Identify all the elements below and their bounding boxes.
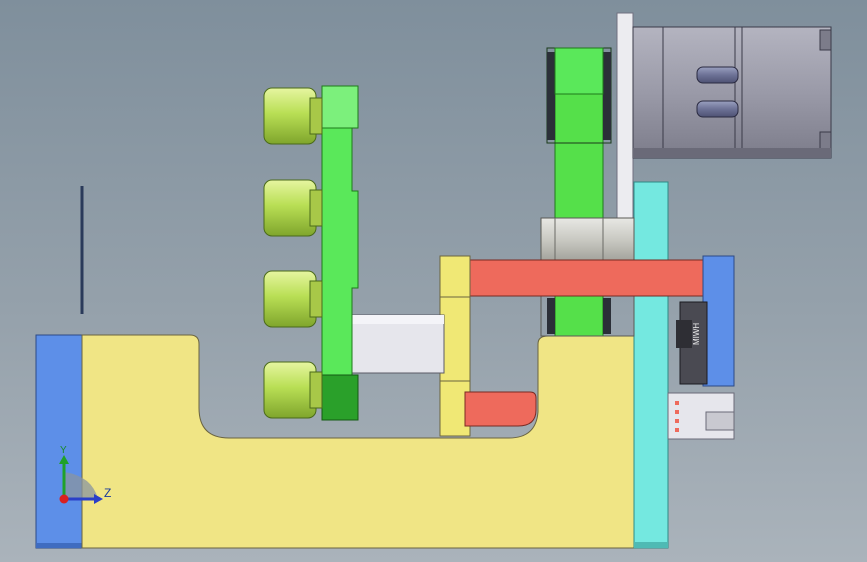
motor-flange[interactable] bbox=[632, 26, 664, 159]
belt-lower-run[interactable] bbox=[554, 295, 604, 337]
triad-y-label: Y bbox=[60, 445, 67, 456]
roller-2[interactable] bbox=[263, 179, 317, 237]
red-lower-bracket[interactable] bbox=[464, 391, 537, 427]
left-end-plate-foot bbox=[36, 543, 82, 548]
motor-shaft-lower bbox=[696, 100, 739, 118]
roller-3-hub bbox=[309, 280, 323, 318]
linear-rail-carriage[interactable] bbox=[702, 255, 735, 387]
roller-1-hub bbox=[309, 97, 323, 135]
motor-cap-notch-top bbox=[819, 29, 832, 51]
rail-block-label: MIWH bbox=[692, 323, 701, 345]
motor-base-strip bbox=[633, 148, 831, 158]
triad-origin-x-axis bbox=[59, 494, 69, 504]
assembly-drawing: MIWH Y Z bbox=[35, 12, 832, 549]
red-carriage-bar[interactable] bbox=[462, 259, 708, 297]
pulley-teeth-left-upper bbox=[547, 52, 555, 140]
belt-upper-band bbox=[554, 47, 604, 95]
roller-3[interactable] bbox=[263, 270, 317, 328]
sensor-bracket-tab bbox=[705, 411, 735, 431]
sensor-led-1 bbox=[675, 401, 679, 405]
pulley-teeth-right-upper bbox=[603, 52, 611, 140]
green-arm-cap bbox=[321, 85, 359, 129]
rollers-group bbox=[263, 87, 323, 419]
motor-mount-plate[interactable] bbox=[616, 12, 634, 230]
sensor-led-2 bbox=[675, 410, 679, 414]
sensor-led-4 bbox=[675, 428, 679, 432]
left-end-plate[interactable] bbox=[35, 334, 83, 549]
green-arm-foot bbox=[321, 374, 359, 421]
triad-z-label: Z bbox=[104, 486, 111, 500]
motor-shaft-upper bbox=[696, 66, 739, 84]
right-cyan-plate[interactable] bbox=[633, 181, 669, 549]
linear-rail-slot bbox=[676, 320, 692, 348]
roller-4-hub bbox=[309, 371, 323, 409]
motor-end-cap[interactable] bbox=[734, 26, 832, 159]
cad-viewport[interactable]: MIWH Y Z bbox=[0, 0, 867, 562]
connector-block-stripe bbox=[352, 315, 444, 324]
roller-1[interactable] bbox=[263, 87, 317, 145]
pulley-teeth-right-lower bbox=[603, 298, 611, 334]
roller-4[interactable] bbox=[263, 361, 317, 419]
motor-body[interactable] bbox=[662, 26, 736, 159]
right-cyan-plate-foot bbox=[634, 542, 668, 548]
sensor-led-3 bbox=[675, 419, 679, 423]
roller-2-hub bbox=[309, 189, 323, 227]
pulley-teeth-left-lower bbox=[547, 298, 555, 334]
